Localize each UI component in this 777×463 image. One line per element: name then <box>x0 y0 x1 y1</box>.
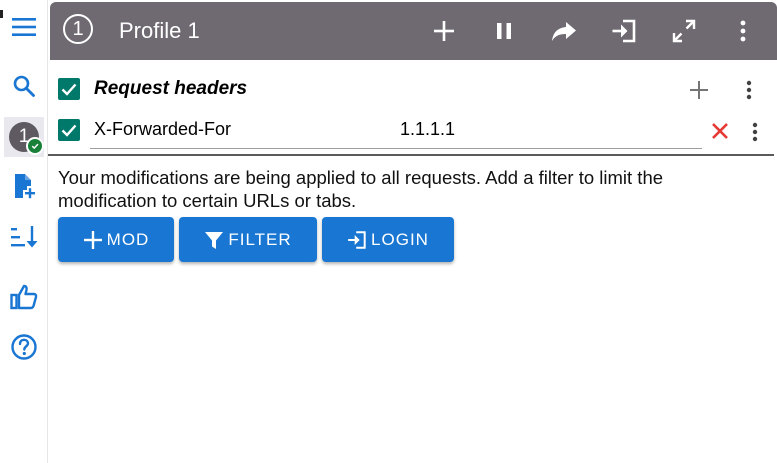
search-icon <box>13 75 35 97</box>
add-mod-button[interactable]: MOD <box>58 217 174 262</box>
info-message: Your modifications are being applied to … <box>58 167 664 211</box>
check-badge-icon <box>26 137 44 155</box>
header-value-field[interactable]: 1.1.1.1 <box>400 119 455 140</box>
delete-header-button[interactable] <box>708 119 732 143</box>
close-icon <box>712 123 728 139</box>
profile-number-badge: 1 <box>63 14 93 44</box>
plus-icon <box>434 21 454 41</box>
row-more-button[interactable] <box>748 119 762 145</box>
section-divider <box>48 154 774 156</box>
page-title: Profile 1 <box>119 18 200 43</box>
login-icon <box>348 230 366 249</box>
profile-avatar: 1 <box>9 122 44 155</box>
header-row-checkbox[interactable] <box>58 119 80 141</box>
add-header-button[interactable] <box>686 77 712 103</box>
expand-icon <box>672 19 696 43</box>
sidebar: 1 <box>0 0 48 463</box>
header-more-button[interactable] <box>726 14 760 48</box>
add-filter-label: FILTER <box>228 229 292 249</box>
more-vertical-icon <box>746 80 752 100</box>
file-add-icon <box>15 174 35 199</box>
add-filter-button[interactable]: FILTER <box>179 217 317 262</box>
login-header-button[interactable] <box>607 14 641 48</box>
more-vertical-icon <box>740 20 746 42</box>
more-vertical-icon <box>752 122 758 142</box>
plus-icon <box>83 230 102 249</box>
add-button[interactable] <box>427 14 461 48</box>
fullscreen-button[interactable] <box>667 14 701 48</box>
section-title: Request headers <box>94 78 248 99</box>
login-label: LOGIN <box>371 229 429 249</box>
thumbs-up-icon <box>10 284 38 310</box>
pause-icon <box>497 23 511 39</box>
header-name-field[interactable]: X-Forwarded-For <box>94 119 231 140</box>
share-arrow-icon <box>552 22 576 41</box>
filter-icon <box>205 231 224 249</box>
share-button[interactable] <box>547 14 581 48</box>
window-edge-mark <box>0 10 3 18</box>
help-icon <box>11 334 37 360</box>
plus-icon <box>690 81 708 99</box>
sort-icon <box>11 226 38 248</box>
menu-icon <box>12 18 36 36</box>
login-button[interactable]: LOGIN <box>322 217 454 262</box>
help-button[interactable] <box>4 327 44 367</box>
request-headers-checkbox[interactable] <box>58 78 80 100</box>
menu-button[interactable] <box>4 7 44 47</box>
field-underline <box>90 148 702 149</box>
pause-button[interactable] <box>487 14 521 48</box>
search-button[interactable] <box>4 66 44 106</box>
check-icon <box>61 83 77 96</box>
check-icon <box>61 124 77 137</box>
login-icon <box>612 19 636 43</box>
profile-header: 1 Profile 1 <box>50 2 777 60</box>
sort-button[interactable] <box>4 217 44 257</box>
add-profile-button[interactable] <box>4 166 44 206</box>
sidebar-profile-1[interactable]: 1 <box>4 117 44 157</box>
rate-button[interactable] <box>4 277 44 317</box>
add-mod-label: MOD <box>106 229 150 249</box>
section-more-button[interactable] <box>741 77 757 103</box>
